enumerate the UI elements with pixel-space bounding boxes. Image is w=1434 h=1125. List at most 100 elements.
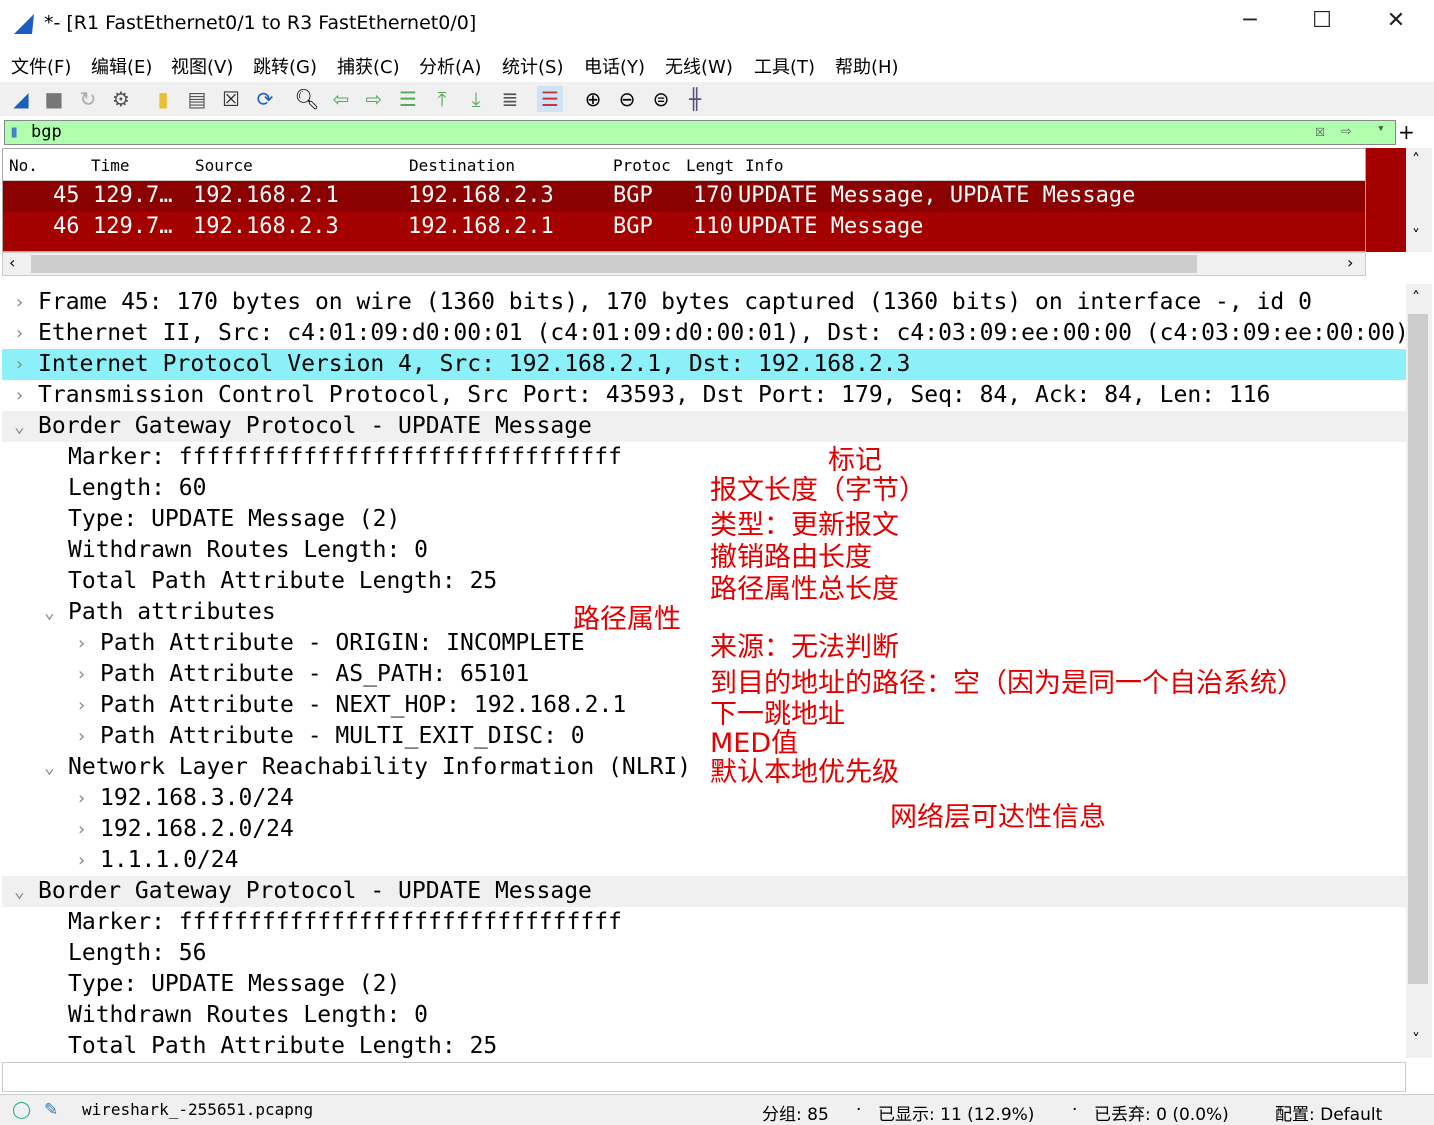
expand-arrow-icon[interactable]: › (76, 783, 87, 814)
col-no[interactable]: No. (9, 156, 38, 175)
menu-view[interactable]: 视图(V) (171, 53, 233, 79)
display-filter-input[interactable]: ▮ bgp ☒ ⇨ ▾ (4, 120, 1396, 145)
menu-edit[interactable]: 编辑(E) (91, 53, 152, 79)
menu-telephony[interactable]: 电话(Y) (584, 53, 645, 79)
expand-arrow-icon[interactable]: › (76, 845, 87, 876)
detail-row[interactable]: Type: UPDATE Message (2) (2, 504, 1406, 535)
forward-icon[interactable]: ⇨ (361, 86, 387, 112)
expand-arrow-icon[interactable]: › (76, 659, 87, 690)
add-filter-button[interactable]: + (1398, 120, 1415, 144)
packet-minimap[interactable] (1366, 148, 1406, 252)
filter-dropdown-icon[interactable]: ▾ (1377, 121, 1385, 136)
detail-row[interactable]: › Ethernet II, Src: c4:01:09:d0:00:01 (c4… (2, 318, 1406, 349)
annotation-total: 路径属性总长度 (710, 574, 899, 605)
detail-text: Path Attribute - AS_PATH: 65101 (100, 661, 530, 687)
detail-row[interactable]: › Transmission Control Protocol, Src Port… (2, 380, 1406, 411)
packet-row[interactable]: 46 129.7… 192.168.2.3 192.168.2.1 BGP 11… (3, 212, 1365, 243)
packet-list-hscrollbar[interactable]: ‹ › (2, 252, 1366, 276)
detail-row[interactable]: Marker: ffffffffffffffffffffffffffffffff (2, 907, 1406, 938)
packet-bytes-pane[interactable] (2, 1062, 1406, 1092)
expert-info-icon[interactable]: ◯ (12, 1100, 31, 1120)
expand-arrow-icon[interactable]: › (14, 287, 25, 318)
col-source[interactable]: Source (195, 156, 253, 175)
detail-row[interactable]: › 192.168.3.0/24 (2, 783, 1406, 814)
capture-comment-icon[interactable]: ✎ (44, 1100, 58, 1120)
find-icon[interactable]: 🔍︎ (294, 86, 320, 112)
apply-filter-icon[interactable]: ⇨ (1341, 121, 1351, 141)
expand-arrow-icon[interactable]: › (14, 380, 25, 411)
detail-row[interactable]: Total Path Attribute Length: 25 (2, 566, 1406, 597)
detail-text: Transmission Control Protocol, Src Port:… (38, 382, 1271, 408)
menu-wireless[interactable]: 无线(W) (665, 53, 733, 79)
collapse-arrow-icon[interactable]: ⌄ (14, 876, 25, 907)
detail-row[interactable]: › Path Attribute - MULTI_EXIT_DISC: 0 (2, 721, 1406, 752)
detail-row[interactable]: Withdrawn Routes Length: 0 (2, 535, 1406, 566)
detail-row[interactable]: › 1.1.1.0/24 (2, 845, 1406, 876)
reload-icon[interactable]: ⟳ (252, 86, 278, 112)
zoom-out-icon[interactable]: ⊖ (614, 86, 640, 112)
menu-file[interactable]: 文件(F) (11, 53, 71, 79)
menu-go[interactable]: 跳转(G) (253, 53, 317, 79)
restart-icon[interactable]: ↻ (75, 86, 101, 112)
filter-value[interactable]: bgp (31, 122, 62, 142)
detail-row[interactable]: Length: 56 (2, 938, 1406, 969)
first-icon[interactable]: ⤒ (429, 86, 455, 112)
packet-row[interactable]: 45 129.7… 192.168.2.1 192.168.2.3 BGP 17… (3, 181, 1365, 212)
detail-row[interactable]: › Path Attribute - ORIGIN: INCOMPLETE (2, 628, 1406, 659)
collapse-arrow-icon[interactable]: ⌄ (44, 597, 55, 628)
detail-row[interactable]: ⌄ Path attributes (2, 597, 1406, 628)
expand-arrow-icon[interactable]: › (14, 349, 25, 380)
col-protocol[interactable]: Protoc (613, 156, 671, 175)
details-scrollbar[interactable]: ˄ ˅ (1406, 284, 1432, 1058)
col-destination[interactable]: Destination (409, 156, 515, 175)
detail-row[interactable]: Withdrawn Routes Length: 0 (2, 1000, 1406, 1031)
options-icon[interactable]: ⚙ (108, 86, 134, 112)
detail-row[interactable]: ⌄ Border Gateway Protocol - UPDATE Messag… (2, 411, 1406, 442)
detail-row[interactable]: › Frame 45: 170 bytes on wire (1360 bits)… (2, 287, 1406, 318)
col-length[interactable]: Lengt (686, 156, 734, 175)
menu-tools[interactable]: 工具(T) (754, 53, 815, 79)
menu-analyze[interactable]: 分析(A) (419, 53, 481, 79)
detail-row[interactable]: ⌄ Border Gateway Protocol - UPDATE Messag… (2, 876, 1406, 907)
menu-statistics[interactable]: 统计(S) (502, 53, 563, 79)
collapse-arrow-icon[interactable]: ⌄ (14, 411, 25, 442)
menu-help[interactable]: 帮助(H) (835, 53, 899, 79)
close-file-icon[interactable]: ☒ (218, 86, 244, 112)
expand-arrow-icon[interactable]: › (76, 814, 87, 845)
menu-capture[interactable]: 捕获(C) (337, 53, 400, 79)
resize-columns-icon[interactable]: ╫ (682, 86, 708, 112)
packet-row-partial[interactable] (3, 243, 1365, 251)
detail-row[interactable]: › Internet Protocol Version 4, Src: 192.1… (2, 349, 1406, 380)
collapse-arrow-icon[interactable]: ⌄ (44, 752, 55, 783)
expand-arrow-icon[interactable]: › (14, 318, 25, 349)
zoom-in-icon[interactable]: ⊕ (580, 86, 606, 112)
detail-row[interactable]: Marker: ffffffffffffffffffffffffffffffff (2, 442, 1406, 473)
clear-filter-icon[interactable]: ☒ (1315, 121, 1325, 141)
zoom-reset-icon[interactable]: ⊜ (648, 86, 674, 112)
detail-row[interactable]: ⌄ Network Layer Reachability Information … (2, 752, 1406, 783)
last-icon[interactable]: ⤓ (463, 86, 489, 112)
back-icon[interactable]: ⇦ (328, 86, 354, 112)
autoscroll-icon[interactable]: ≣ (497, 86, 523, 112)
start-capture-icon[interactable]: ◢ (8, 86, 34, 112)
save-icon[interactable]: ▤ (184, 86, 210, 112)
goto-icon[interactable]: ☰ (395, 86, 421, 112)
detail-row[interactable]: Length: 60 (2, 473, 1406, 504)
expand-arrow-icon[interactable]: › (76, 690, 87, 721)
packet-list-scrollbar[interactable]: ˄ ˅ (1406, 148, 1432, 252)
col-time[interactable]: Time (91, 156, 130, 175)
expand-arrow-icon[interactable]: › (76, 628, 87, 659)
detail-row[interactable]: Total Path Attribute Length: 25 (2, 1031, 1406, 1058)
colorize-icon[interactable]: ☰ (537, 86, 563, 112)
expand-arrow-icon[interactable]: › (76, 721, 87, 752)
open-icon[interactable]: ▮ (150, 86, 176, 112)
detail-row[interactable]: Type: UPDATE Message (2) (2, 969, 1406, 1000)
minimize-button[interactable]: ─ (1230, 8, 1270, 33)
bookmark-icon[interactable]: ▮ (9, 122, 19, 142)
close-button[interactable]: ✕ (1376, 8, 1416, 33)
profile[interactable]: 配置: Default (1275, 1100, 1382, 1125)
maximize-button[interactable]: ☐ (1302, 8, 1342, 33)
detail-row[interactable]: › 192.168.2.0/24 (2, 814, 1406, 845)
stop-icon[interactable]: ■ (41, 86, 67, 112)
col-info[interactable]: Info (745, 156, 784, 175)
